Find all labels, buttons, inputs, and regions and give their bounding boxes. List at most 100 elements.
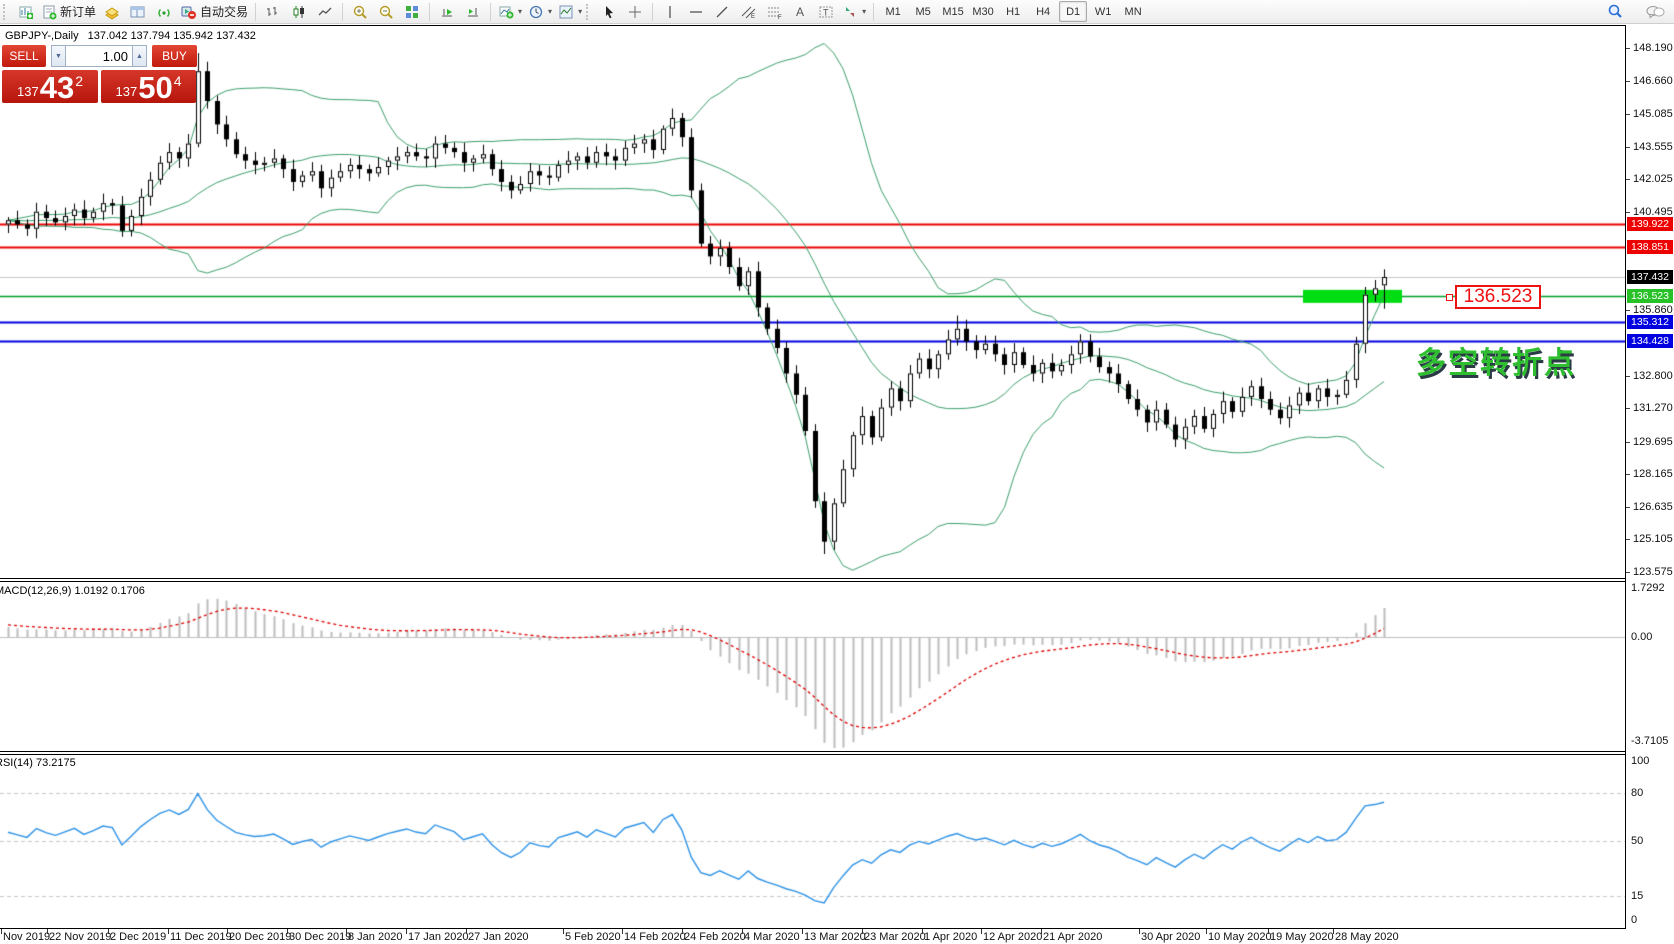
- x-axis-tickmark: [1268, 929, 1269, 934]
- volume-up-button[interactable]: ▲: [132, 45, 147, 67]
- x-axis-label: 5 Feb 2020: [565, 931, 621, 943]
- macd-axis-label: -3.7105: [1631, 735, 1668, 747]
- channel-icon[interactable]: E: [735, 2, 761, 22]
- templates-icon[interactable]: ▾: [555, 2, 585, 22]
- timeframe-m30[interactable]: M30: [969, 1, 997, 22]
- toolbar-separator: [429, 3, 430, 21]
- timeframe-h4[interactable]: H4: [1029, 1, 1057, 22]
- fibonacci-icon[interactable]: F: [761, 2, 787, 22]
- macd-rsi-separator[interactable]: [0, 751, 1674, 752]
- indicators-icon[interactable]: ▾: [495, 2, 525, 22]
- vertical-line-icon[interactable]: [657, 2, 683, 22]
- x-axis-label: 19 May 2020: [1270, 931, 1334, 943]
- search-icon[interactable]: [1602, 2, 1628, 22]
- cursor-icon[interactable]: [596, 2, 622, 22]
- chart-bars-gold-icon[interactable]: [99, 2, 125, 22]
- y-axis-tickmark: [1626, 539, 1630, 540]
- toolbar-grip[interactable]: [3, 4, 10, 20]
- line-chart-icon[interactable]: [312, 2, 338, 22]
- x-axis-label: 12 Apr 2020: [983, 931, 1042, 943]
- zoom-in-icon[interactable]: [347, 2, 373, 22]
- buy-price-button[interactable]: 137504: [101, 70, 196, 103]
- profiles-icon[interactable]: [125, 2, 151, 22]
- rsi-axis-label: 0: [1631, 914, 1637, 926]
- y-axis-tickmark: [1626, 376, 1630, 377]
- new-chart-icon[interactable]: [13, 2, 39, 22]
- volume-input[interactable]: [66, 45, 132, 67]
- annotation-text[interactable]: 多空转折点: [1416, 338, 1576, 382]
- price-badge: 138.851: [1627, 240, 1673, 254]
- buy-price-pips: 50: [138, 75, 172, 101]
- label-icon[interactable]: T: [813, 2, 839, 22]
- x-axis-label: 30 Dec 2019: [289, 931, 351, 943]
- bar-chart-icon[interactable]: [260, 2, 286, 22]
- tile-windows-icon[interactable]: [399, 2, 425, 22]
- sell-price-button[interactable]: 137432: [2, 70, 98, 103]
- x-axis-tickmark: [1206, 929, 1207, 934]
- timeframe-m5[interactable]: M5: [909, 1, 937, 22]
- shapes-icon[interactable]: ▾: [839, 2, 869, 22]
- rsi-axis-label: 50: [1631, 835, 1643, 847]
- timeframe-mn[interactable]: MN: [1119, 1, 1147, 22]
- sell-button[interactable]: SELL: [2, 45, 46, 67]
- y-axis-tick: 142.025: [1633, 173, 1673, 185]
- toolbar-separator: [490, 3, 491, 21]
- x-axis-tickmark: [1333, 929, 1334, 934]
- x-axis-label: 13 Mar 2020: [804, 931, 866, 943]
- y-axis-tick: 146.660: [1633, 75, 1673, 87]
- y-axis-tickmark: [1626, 114, 1630, 115]
- price-axis[interactable]: [1626, 24, 1674, 944]
- price-label-box[interactable]: 136.523: [1455, 285, 1541, 309]
- rsi-chart-canvas[interactable]: [0, 755, 1625, 928]
- periods-icon[interactable]: ▾: [525, 2, 555, 22]
- timeframe-m15[interactable]: M15: [939, 1, 967, 22]
- price-chart-canvas[interactable]: [0, 27, 1625, 578]
- buy-button[interactable]: BUY: [152, 45, 197, 67]
- one-click-trading-panel: SELL ▼ ▲ BUY 137432 137504: [2, 45, 198, 103]
- svg-text:E: E: [751, 14, 755, 20]
- price-badge: 136.523: [1627, 289, 1673, 303]
- rsi-value: 73.2175: [36, 757, 76, 769]
- toolbar-separator: [652, 3, 653, 21]
- x-axis-label: 4 Mar 2020: [744, 931, 800, 943]
- auto-scroll-icon[interactable]: [434, 2, 460, 22]
- y-axis-tickmark: [1626, 442, 1630, 443]
- x-axis-label: Nov 2019: [3, 931, 50, 943]
- text-icon[interactable]: A: [787, 2, 813, 22]
- x-axis-label: 22 Nov 2019: [49, 931, 111, 943]
- macd-label: MACD(12,26,9) 1.0192 0.1706: [0, 585, 145, 597]
- chat-icon[interactable]: [1642, 2, 1668, 22]
- signal-icon[interactable]: [151, 2, 177, 22]
- chart-shift-icon[interactable]: [460, 2, 486, 22]
- x-axis-tickmark: [563, 929, 564, 934]
- zoom-out-icon[interactable]: [373, 2, 399, 22]
- x-axis-label: 28 May 2020: [1335, 931, 1399, 943]
- x-axis-label: 24 Feb 2020: [684, 931, 746, 943]
- x-axis-tickmark: [1139, 929, 1140, 934]
- volume-down-button[interactable]: ▼: [51, 45, 66, 67]
- chevron-down-icon: ▾: [862, 7, 866, 16]
- buy-price-point: 4: [174, 73, 182, 89]
- macd-chart-canvas[interactable]: [0, 582, 1625, 751]
- main-macd-separator[interactable]: [0, 578, 1674, 579]
- candlestick-icon[interactable]: [286, 2, 312, 22]
- timeframe-h1[interactable]: H1: [999, 1, 1027, 22]
- auto-trading-button[interactable]: 自动交易: [177, 2, 251, 22]
- price-badge: 137.432: [1627, 270, 1673, 284]
- timeframe-m1[interactable]: M1: [879, 1, 907, 22]
- y-axis-tick: 126.635: [1633, 501, 1673, 513]
- hline-drag-handle[interactable]: [1446, 294, 1453, 301]
- chevron-down-icon: ▾: [518, 7, 522, 16]
- symbol-period-label: GBPJPY-,Daily: [5, 30, 79, 42]
- crosshair-icon[interactable]: [622, 2, 648, 22]
- toolbar-grip[interactable]: [586, 4, 593, 20]
- trendline-icon[interactable]: [709, 2, 735, 22]
- rsi-axis-label: 100: [1631, 755, 1649, 767]
- timeframe-w1[interactable]: W1: [1089, 1, 1117, 22]
- chevron-down-icon: ▾: [548, 7, 552, 16]
- new-order-button[interactable]: 新订单: [39, 2, 99, 22]
- chevron-down-icon: ▾: [578, 7, 582, 16]
- timeframe-d1[interactable]: D1: [1059, 1, 1087, 22]
- horizontal-line-icon[interactable]: [683, 2, 709, 22]
- rsi-axis-label: 80: [1631, 787, 1643, 799]
